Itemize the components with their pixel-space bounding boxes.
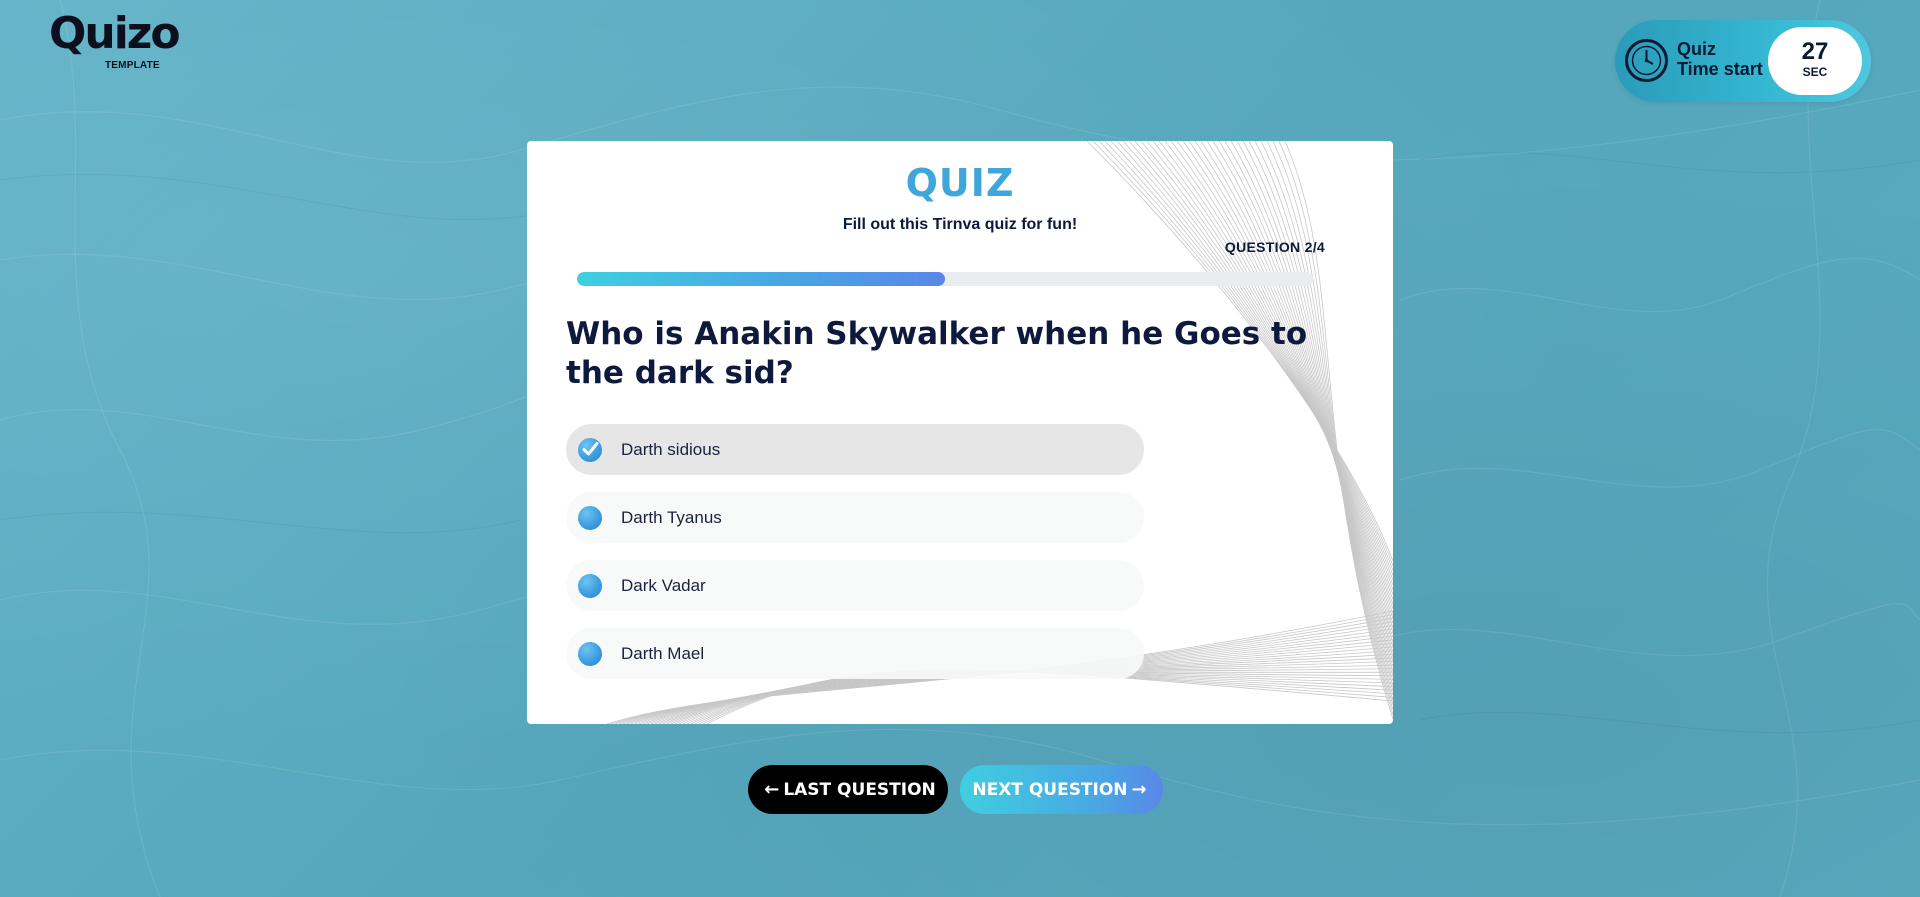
answer-option-label: Darth sidious bbox=[621, 439, 721, 459]
radio-icon bbox=[578, 505, 602, 530]
progress-bar-fill bbox=[577, 272, 945, 286]
check-icon bbox=[578, 437, 602, 462]
answer-option-label: Darth Mael bbox=[621, 643, 705, 663]
quiz-timer: Quiz Time start 27 SEC bbox=[1615, 20, 1871, 102]
quiz-subtitle: Fill out this Tirnva quiz for fun! bbox=[842, 216, 1078, 233]
timer-label-line2: Time start bbox=[1677, 59, 1763, 79]
last-question-button[interactable]: ← LAST QUESTION bbox=[748, 765, 948, 814]
logo-wordmark: Quizo bbox=[49, 8, 181, 59]
answer-option[interactable]: Darth Tyanus bbox=[566, 492, 1144, 543]
answer-option-label: Dark Vadar bbox=[621, 575, 706, 595]
progress-bar bbox=[577, 272, 1313, 286]
answer-option-label: Darth Tyanus bbox=[621, 507, 722, 527]
question-text: Who is Anakin Skywalker when he Goes to … bbox=[566, 316, 1308, 391]
radio-icon bbox=[578, 573, 602, 598]
last-question-label: LAST QUESTION bbox=[783, 779, 936, 800]
timer-value: 27 bbox=[1801, 38, 1829, 65]
next-question-button[interactable]: NEXT QUESTION → bbox=[960, 765, 1163, 814]
arrow-left-icon: ← bbox=[764, 779, 780, 800]
timer-unit: SEC bbox=[1802, 65, 1828, 79]
question-counter: QUESTION 2/4 bbox=[1224, 239, 1325, 255]
timer-countdown: 27 SEC bbox=[1768, 27, 1862, 95]
arrow-right-icon: → bbox=[1131, 779, 1147, 800]
timer-label: Quiz Time start bbox=[1677, 39, 1763, 79]
quiz-title: QUIZ bbox=[905, 161, 1015, 205]
logo-subtitle: TEMPLATE bbox=[105, 60, 160, 71]
clock-icon bbox=[1625, 39, 1668, 82]
next-question-label: NEXT QUESTION bbox=[972, 779, 1128, 800]
answer-options: Darth sidious Darth Tyanus Dark Vadar Da… bbox=[566, 424, 1144, 696]
answer-option[interactable]: Darth Mael bbox=[566, 628, 1144, 679]
answer-option[interactable]: Dark Vadar bbox=[566, 560, 1144, 611]
quiz-card: QUIZ Fill out this Tirnva quiz for fun! … bbox=[527, 141, 1393, 724]
answer-option[interactable]: Darth sidious bbox=[566, 424, 1144, 475]
timer-label-line1: Quiz bbox=[1677, 39, 1716, 59]
radio-icon bbox=[578, 641, 602, 666]
brand-logo[interactable]: Quizo TEMPLATE bbox=[49, 12, 194, 76]
